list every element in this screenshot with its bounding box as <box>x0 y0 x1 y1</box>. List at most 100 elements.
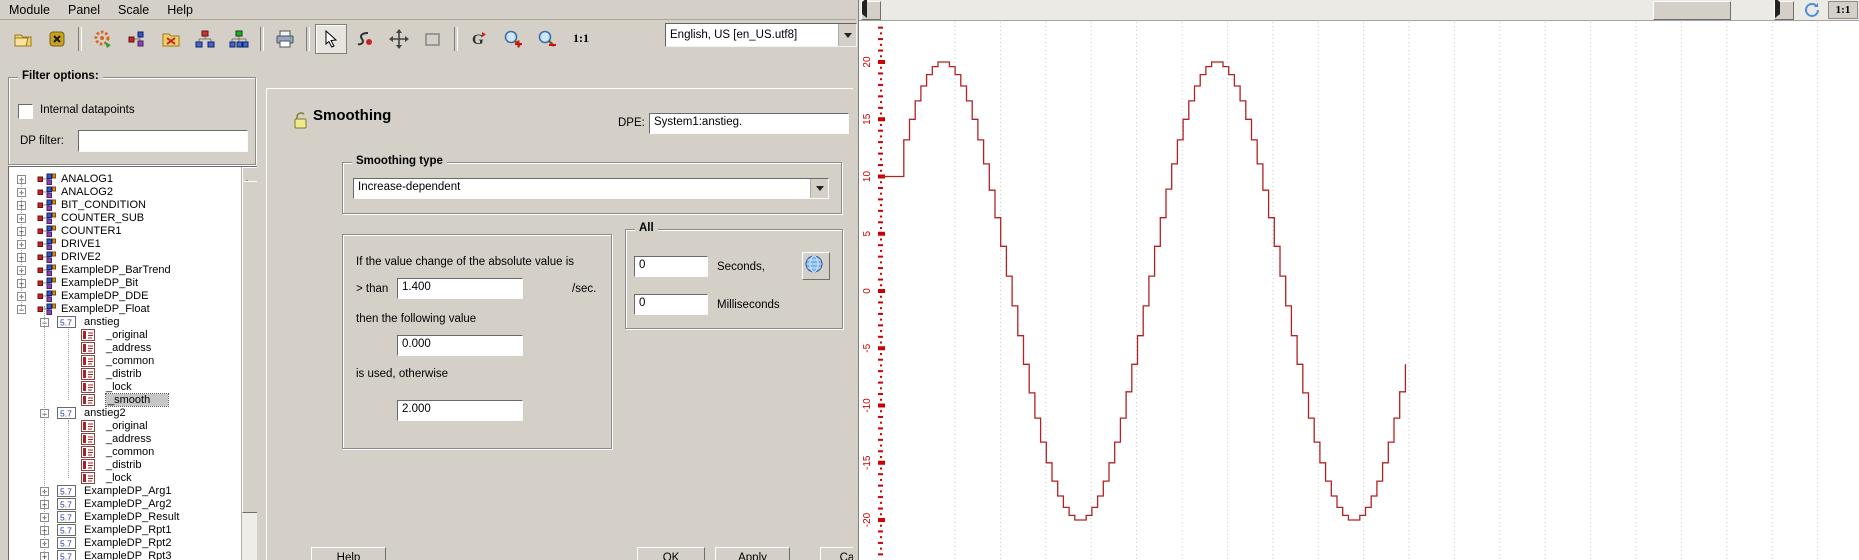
tree-item-label[interactable]: ExampleDP_Bit <box>61 277 138 289</box>
tree-item-label[interactable]: _distrib <box>106 368 141 380</box>
refresh-button[interactable] <box>1800 1 1824 19</box>
tree-scrollbar[interactable] <box>241 167 257 560</box>
scroll-left-button[interactable] <box>861 1 881 20</box>
tree-item[interactable]: _smooth <box>9 394 257 407</box>
tree-item-label[interactable]: ExampleDP_Rpt2 <box>84 537 171 549</box>
tree-item[interactable]: _address <box>9 342 257 355</box>
tree-item[interactable]: +5.7ExampleDP_Rpt1 <box>9 524 257 537</box>
tree-item-label[interactable]: DRIVE2 <box>61 251 101 263</box>
tree-item-label[interactable]: _original <box>106 420 148 432</box>
tree-item-label[interactable]: COUNTER_SUB <box>61 212 144 224</box>
tree-item[interactable]: _original <box>9 420 257 433</box>
tree-item[interactable]: +5.7ExampleDP_Arg2 <box>9 498 257 511</box>
zoom-grid-button[interactable]: G <box>463 24 495 54</box>
rectangle-select-button[interactable] <box>417 24 449 54</box>
tree-item-label[interactable]: DRIVE1 <box>61 238 101 250</box>
tree-item[interactable]: _distrib <box>9 459 257 472</box>
dpe-value-field[interactable]: System1:anstieg. <box>649 113 849 134</box>
tree-item[interactable]: +COUNTER_SUB <box>9 212 257 225</box>
tree-item-label[interactable]: ExampleDP_DDE <box>61 290 148 302</box>
tree-item[interactable]: +5.7ExampleDP_Arg1 <box>9 485 257 498</box>
internal-datapoints-checkbox[interactable] <box>18 104 33 119</box>
tree-item[interactable]: +5.7ExampleDP_Rpt2 <box>9 537 257 550</box>
exit-button[interactable] <box>41 24 73 54</box>
tree-item-label[interactable]: ANALOG1 <box>61 173 113 185</box>
tree-item[interactable]: +ANALOG1 <box>9 173 257 186</box>
dp-filter-input[interactable] <box>78 130 248 152</box>
zoom-in-button[interactable] <box>497 24 529 54</box>
apply-button[interactable]: Apply <box>715 547 790 560</box>
tree-item-label[interactable]: _common <box>106 446 154 458</box>
chart-scrollbar[interactable]: 1:1 <box>859 0 1859 21</box>
datapoint-nodes-button[interactable] <box>121 24 153 54</box>
folder-config-button[interactable] <box>155 24 187 54</box>
tree-item-label[interactable]: _common <box>106 355 154 367</box>
tree-item-label[interactable]: COUNTER1 <box>61 225 122 237</box>
menu-panel[interactable]: Panel <box>59 1 109 19</box>
tree-item-label[interactable]: ExampleDP_Arg1 <box>84 485 171 497</box>
tree-item[interactable]: +BIT_CONDITION <box>9 199 257 212</box>
cancel-button[interactable]: Cancel <box>820 547 853 560</box>
tree-item-label[interactable]: ANALOG2 <box>61 186 113 198</box>
scroll-right-button[interactable] <box>1774 1 1794 20</box>
tree-item[interactable]: _original <box>9 329 257 342</box>
tree-item-label[interactable]: _lock <box>106 381 132 393</box>
tree-item-label[interactable]: _smooth <box>106 394 168 406</box>
chevron-down-icon[interactable] <box>810 179 828 198</box>
chart-scrollbar-thumb[interactable] <box>1653 1 1731 20</box>
menu-module[interactable]: Module <box>0 1 59 19</box>
then-value-input[interactable]: 0.000 <box>397 335 523 356</box>
tree-item[interactable]: −5.7anstieg2 <box>9 407 257 420</box>
tree-item[interactable]: +ANALOG2 <box>9 186 257 199</box>
open-folder-button[interactable] <box>7 24 39 54</box>
tree-item[interactable]: _address <box>9 433 257 446</box>
tree-item[interactable]: +DRIVE1 <box>9 238 257 251</box>
select-cursor-button[interactable] <box>315 24 347 54</box>
chevron-down-icon[interactable] <box>838 24 856 46</box>
tree-item[interactable]: +ExampleDP_BarTrend <box>9 264 257 277</box>
tree-item-label[interactable]: ExampleDP_Result <box>84 511 179 523</box>
tree-item-label[interactable]: ExampleDP_Float <box>61 303 150 315</box>
tree-item[interactable]: +5.7ExampleDP_Rpt3 <box>9 550 257 560</box>
tree-item-label[interactable]: BIT_CONDITION <box>61 199 146 211</box>
tree-item-label[interactable]: ExampleDP_Arg2 <box>84 498 171 510</box>
menu-help[interactable]: Help <box>158 1 202 19</box>
tree-item[interactable]: +ExampleDP_Bit <box>9 277 257 290</box>
zoom-one-to-one-button[interactable]: 1:1 <box>565 24 597 54</box>
move-tool-button[interactable] <box>383 24 415 54</box>
tree-item[interactable]: +5.7ExampleDP_Result <box>9 511 257 524</box>
tree-item-label[interactable]: ExampleDP_Rpt3 <box>84 550 171 560</box>
tree-item[interactable]: −ExampleDP_Float <box>9 303 257 316</box>
tree-item[interactable]: _lock <box>9 472 257 485</box>
ok-button[interactable]: OK <box>637 547 705 560</box>
print-button[interactable] <box>269 24 301 54</box>
tree-item[interactable]: +COUNTER1 <box>9 225 257 238</box>
settings-gear-button[interactable] <box>87 24 119 54</box>
language-select[interactable]: English, US [en_US.utf8] <box>665 23 857 47</box>
tree-item-label[interactable]: anstieg2 <box>84 407 126 419</box>
datapoint-tree[interactable]: +ANALOG1+ANALOG2+BIT_CONDITION+COUNTER_S… <box>8 166 257 560</box>
smoothing-type-select[interactable]: Increase-dependent <box>353 178 829 199</box>
tree-item[interactable]: +DRIVE2 <box>9 251 257 264</box>
time-globe-button[interactable] <box>802 252 830 280</box>
rotate-tool-button[interactable] <box>349 24 381 54</box>
chart-one-to-one-button[interactable]: 1:1 <box>1828 1 1858 19</box>
tree-item[interactable]: _common <box>9 446 257 459</box>
zoom-out-button[interactable] <box>531 24 563 54</box>
seconds-input[interactable]: 0 <box>634 256 708 277</box>
otherwise-value-input[interactable]: 2.000 <box>397 400 523 421</box>
org-tree-button[interactable] <box>189 24 221 54</box>
tree-item-label[interactable]: _address <box>106 342 151 354</box>
threshold-input[interactable]: 1.400 <box>397 278 523 299</box>
tree-item[interactable]: _common <box>9 355 257 368</box>
tree-item[interactable]: _distrib <box>9 368 257 381</box>
tree-item-label[interactable]: ExampleDP_Rpt1 <box>84 524 171 536</box>
org-tree-green-button[interactable] <box>223 24 255 54</box>
tree-item-label[interactable]: _lock <box>106 472 132 484</box>
tree-item-label[interactable]: _address <box>106 433 151 445</box>
menu-scale[interactable]: Scale <box>109 1 158 19</box>
tree-item-label[interactable]: _distrib <box>106 459 141 471</box>
tree-item-label[interactable]: ExampleDP_BarTrend <box>61 264 171 276</box>
tree-item[interactable]: _lock <box>9 381 257 394</box>
tree-item-label[interactable]: anstieg <box>84 316 119 328</box>
